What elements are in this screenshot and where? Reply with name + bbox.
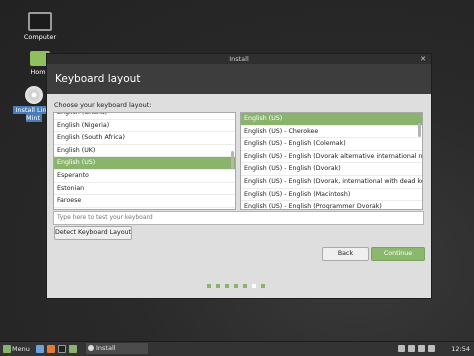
window-titlebar[interactable]: Install ✕ xyxy=(47,54,431,64)
layout-list-item[interactable]: Faroese xyxy=(54,195,235,208)
variant-list-item[interactable]: English (US) - English (Dvorak) xyxy=(241,163,422,176)
menu-label: Menu xyxy=(12,345,30,353)
layout-list-item[interactable]: Esperanto xyxy=(54,170,235,183)
layout-list-item[interactable]: English (US) xyxy=(54,157,235,170)
taskbar: Menu Install 12:54 xyxy=(0,341,474,356)
progress-dot xyxy=(234,284,238,288)
layout-list-item[interactable]: Filipino xyxy=(54,208,235,209)
keyboard-test-input[interactable] xyxy=(53,211,424,225)
installer-window: Install ✕ Keyboard layout Choose your ke… xyxy=(46,53,432,299)
volume-icon[interactable] xyxy=(418,345,425,352)
variant-list-item[interactable]: English (US) - English (Dvorak alternati… xyxy=(241,151,422,164)
variant-list-item[interactable]: English (US) - English (Programmer Dvora… xyxy=(241,201,422,209)
taskbar-item-install[interactable]: Install xyxy=(86,343,148,354)
network-icon[interactable] xyxy=(398,345,405,352)
progress-dot xyxy=(216,284,220,288)
show-desktop-icon[interactable] xyxy=(36,345,44,353)
menu-button[interactable]: Menu xyxy=(2,342,30,356)
progress-dot xyxy=(243,284,247,288)
progress-dots xyxy=(207,284,271,290)
computer-desktop-icon[interactable]: Computer xyxy=(18,12,62,41)
variant-list-item[interactable]: English (US) - Cherokee xyxy=(241,126,422,139)
layout-list-item[interactable]: English (South Africa) xyxy=(54,132,235,145)
page-header: Keyboard layout xyxy=(47,64,431,94)
layout-list-scrollbar[interactable] xyxy=(231,151,234,169)
variant-list-item[interactable]: English (US) xyxy=(241,113,422,126)
clock: 12:54 xyxy=(451,345,470,353)
continue-button[interactable]: Continue xyxy=(371,247,425,261)
taskbar-item-label: Install xyxy=(96,344,116,352)
progress-dot xyxy=(261,284,265,288)
detect-keyboard-layout-button[interactable]: Detect Keyboard Layout xyxy=(54,226,132,240)
layout-list-item[interactable]: English (Nigeria) xyxy=(54,120,235,133)
back-button[interactable]: Back xyxy=(322,247,369,261)
variant-list-item[interactable]: English (US) - English (Colemak) xyxy=(241,138,422,151)
terminal-icon[interactable] xyxy=(58,345,66,353)
files-icon[interactable] xyxy=(69,345,77,353)
window-title: Install xyxy=(229,55,249,63)
layout-list-item[interactable]: English (UK) xyxy=(54,145,235,158)
keyboard-variant-list[interactable]: English (US) English (US) - Cherokee Engli… xyxy=(240,112,423,210)
variant-list-item[interactable]: English (US) - English (Dvorak, internat… xyxy=(241,176,422,189)
desktop-icon-label: Computer xyxy=(23,33,57,41)
keyboard-layout-list[interactable]: English (Ghana) English (Nigeria) English … xyxy=(53,112,236,210)
variant-list-scrollbar[interactable] xyxy=(418,123,421,137)
variant-list-item[interactable]: English (US) - English (Macintosh) xyxy=(241,189,422,202)
disc-icon xyxy=(25,86,43,104)
shield-icon[interactable] xyxy=(408,345,415,352)
progress-dot-current xyxy=(252,284,256,288)
close-icon[interactable]: ✕ xyxy=(419,55,427,63)
disc-icon xyxy=(88,345,94,351)
mint-logo-icon xyxy=(3,345,11,353)
progress-dot xyxy=(225,284,229,288)
monitor-icon xyxy=(28,12,52,31)
layout-list-item[interactable]: Estonian xyxy=(54,183,235,196)
layout-list-item[interactable]: English (Ghana) xyxy=(54,113,235,120)
battery-icon[interactable] xyxy=(428,345,435,352)
progress-dot xyxy=(207,284,211,288)
firefox-icon[interactable] xyxy=(47,345,55,353)
layout-prompt: Choose your keyboard layout: xyxy=(54,101,152,109)
